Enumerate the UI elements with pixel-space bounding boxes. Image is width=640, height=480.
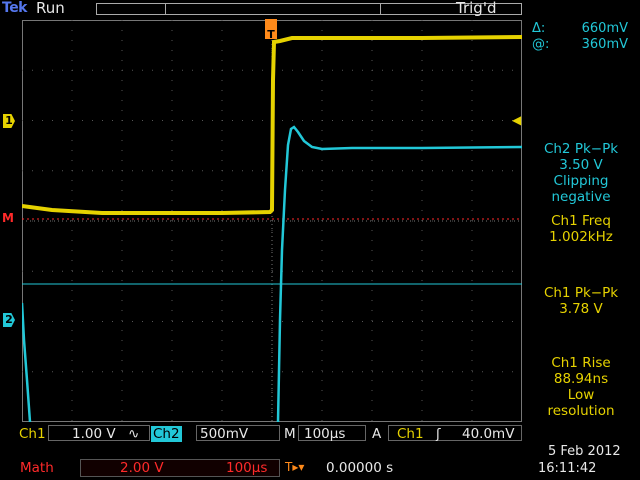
measurement-note: resolution (547, 403, 615, 419)
time-display: 16:11:42 (538, 461, 597, 476)
trigger-status: Trig'd (456, 0, 497, 17)
cursor-delta-value: 660mV (581, 21, 628, 36)
timebase-label: M (284, 426, 296, 442)
math-ground-marker[interactable]: M (2, 211, 14, 225)
measurement-ch1-pkpk: Ch1 Pk−Pk 3.78 V (522, 285, 640, 317)
measurement-title: Ch1 Pk−Pk (543, 285, 619, 301)
measurement-note: Clipping (553, 173, 609, 189)
cursor-at-label: @: (532, 37, 550, 52)
math-timebase: 100µs (226, 460, 268, 476)
measurement-ch2-pkpk: Ch2 Pk−Pk 3.50 V Clipping negative (522, 141, 640, 205)
trigger-source: Ch1 (397, 426, 424, 442)
measurement-title: Ch1 Rise (551, 355, 611, 371)
cursor-position-readout: @: 360mV (532, 37, 640, 52)
measurement-value: 3.78 V (559, 301, 603, 317)
math-label: Math (20, 460, 54, 476)
cursor-delta-readout: Δ: 660mV (532, 21, 640, 36)
acquisition-state[interactable]: Run (36, 0, 65, 17)
trigger-slope-icon: ʃ (436, 426, 441, 442)
trigger-level-marker[interactable]: ◀ (512, 113, 521, 127)
ch1-ground-marker[interactable]: 1 (3, 114, 15, 128)
ch1-coupling-icon: ∿ (128, 426, 140, 442)
cursor-delta-label: Δ: (532, 21, 546, 36)
trigger-label: A (372, 426, 382, 442)
record-view-window (165, 3, 381, 15)
trigger-level-value: 40.0mV (462, 426, 515, 442)
waveform-display[interactable] (22, 20, 522, 422)
ch2-label: Ch2 (151, 426, 182, 442)
trigger-offset-icon: T▸▾ (285, 460, 305, 474)
measurement-ch1-rise: Ch1 Rise 88.94ns Low resolution (522, 355, 640, 419)
timebase-value: 100µs (304, 426, 346, 442)
status-bar: Tek Run Trig'd (0, 0, 640, 18)
measurement-value: 88.94ns (553, 371, 609, 387)
measurement-note: negative (551, 189, 611, 205)
ch2-ground-marker[interactable]: 2 (3, 313, 15, 327)
measurement-title: Ch1 Freq (551, 213, 611, 229)
date-display: 5 Feb 2012 (548, 444, 621, 459)
measurement-note: Low (567, 387, 595, 403)
trigger-position-marker[interactable]: T (265, 19, 277, 41)
measurement-value: 3.50 V (559, 157, 603, 173)
measurement-ch1-freq: Ch1 Freq 1.002kHz (522, 213, 640, 245)
ch2-scale: 500mV (200, 426, 249, 442)
brand-logo: Tek (2, 0, 28, 16)
measurement-value: 1.002kHz (549, 229, 613, 245)
cursor-at-value: 360mV (581, 37, 628, 52)
ch1-label: Ch1 (19, 426, 46, 442)
graticule (22, 20, 522, 422)
math-scale: 2.00 V (120, 460, 164, 476)
measurement-title: Ch2 Pk−Pk (543, 141, 619, 157)
ch1-waveform (22, 35, 522, 215)
ch1-scale: 1.00 V (72, 426, 116, 442)
trigger-offset-value: 0.00000 s (326, 460, 394, 476)
